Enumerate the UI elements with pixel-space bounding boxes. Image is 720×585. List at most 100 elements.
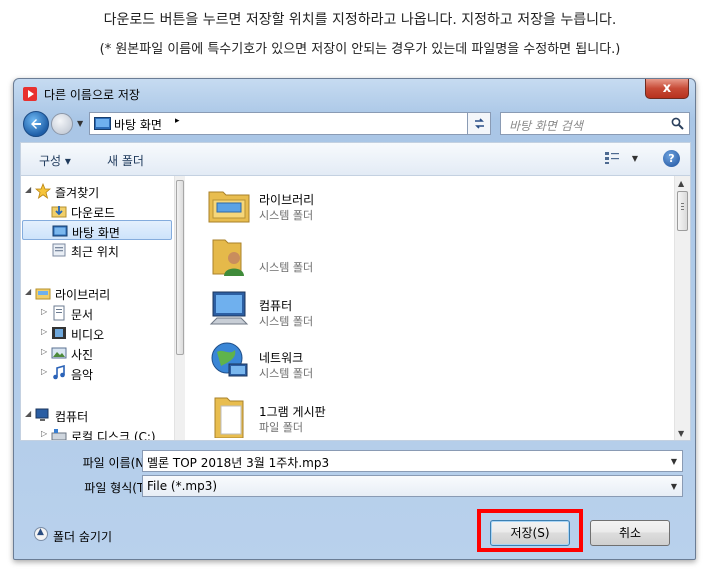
refresh-button[interactable] <box>467 112 491 135</box>
help-icon[interactable]: ? <box>663 150 680 167</box>
nav-item-libraries[interactable]: ◢ 라이브러리 <box>21 283 171 303</box>
address-bar[interactable]: 바탕 화면 ▸ ▼ <box>89 112 489 135</box>
nav-label: 로컬 디스크 (C:) <box>71 430 156 441</box>
user-folder-icon <box>212 239 244 276</box>
address-location[interactable]: 바탕 화면 <box>114 116 162 133</box>
nav-label: 문서 <box>71 308 94 322</box>
save-as-dialog: 다른 이름으로 저장 x ▼ 바탕 화면 ▸ ▼ 바탕 화면 검색 <box>13 78 696 560</box>
expand-icon[interactable]: ▷ <box>41 367 47 376</box>
file-item-computer[interactable]: 컴퓨터 시스템 폴더 <box>207 288 507 338</box>
nav-item-videos[interactable]: ▷ 비디오 <box>21 323 171 343</box>
pictures-icon <box>51 347 67 359</box>
nav-item-local-disk[interactable]: ▷ 로컬 디스크 (C:) <box>21 425 171 441</box>
nav-item-computer[interactable]: ◢ 컴퓨터 <box>21 405 171 425</box>
file-name: 컴퓨터 <box>259 299 293 313</box>
hide-folders-label: 폴더 숨기기 <box>53 530 113 544</box>
nav-pane-scrollbar[interactable] <box>174 176 185 440</box>
file-type: 시스템 폴더 <box>259 315 314 328</box>
view-dropdown-icon[interactable]: ▼ <box>632 154 638 163</box>
dialog-title: 다른 이름으로 저장 <box>44 88 140 102</box>
command-toolbar: 구성 ▾ 새 폴더 ▼ ? <box>20 142 691 175</box>
nav-item-music[interactable]: ▷ 음악 <box>21 363 171 383</box>
filetype-select[interactable]: File (*.mp3) ▼ <box>142 475 683 497</box>
documents-icon <box>53 305 65 321</box>
library-icon <box>35 288 51 300</box>
history-dropdown-icon[interactable]: ▼ <box>77 119 83 128</box>
file-type: 파일 폴더 <box>259 421 303 434</box>
nav-item-pictures[interactable]: ▷ 사진 <box>21 343 171 363</box>
navigation-bar: ▼ 바탕 화면 ▸ ▼ 바탕 화면 검색 <box>21 110 690 138</box>
nav-label: 바탕 화면 <box>72 226 120 240</box>
search-icon[interactable] <box>671 117 684 130</box>
app-icon <box>23 87 37 101</box>
chevron-up-icon: ▲ <box>34 527 48 541</box>
filetype-value[interactable]: File (*.mp3) <box>147 479 217 493</box>
nav-label: 비디오 <box>71 328 105 342</box>
nav-scroll-thumb[interactable] <box>176 180 184 355</box>
file-list: 라이브러리 시스템 폴더 시스템 폴더 컴퓨터 시스템 폴더 네트워크 시스템 … <box>187 176 677 440</box>
file-name: 1그램 게시판 <box>259 405 326 419</box>
file-item-library[interactable]: 라이브러리 시스템 폴더 <box>207 182 507 232</box>
nav-label: 사진 <box>71 348 94 362</box>
address-separator-icon[interactable]: ▸ <box>175 116 180 126</box>
expand-icon[interactable]: ▷ <box>41 327 47 336</box>
file-type: 시스템 폴더 <box>259 367 314 380</box>
back-arrow-icon <box>31 119 41 129</box>
file-list-scrollbar[interactable]: ▲ ▼ <box>674 176 690 440</box>
filename-value[interactable]: 멜론 TOP 2018년 3월 1주차.mp3 <box>147 454 329 471</box>
new-folder-button[interactable]: 새 폴더 <box>107 152 144 169</box>
filetype-dropdown-icon[interactable]: ▼ <box>671 482 677 491</box>
instruction-line-2: (* 원본파일 이름에 특수기호가 있으면 저장이 안되는 경우가 있는데 파일… <box>99 42 621 57</box>
expand-icon[interactable]: ▷ <box>41 307 47 316</box>
video-icon <box>52 327 66 339</box>
desktop-icon <box>52 225 68 237</box>
filename-row: 파일 이름(N): 멜론 TOP 2018년 3월 1주차.mp3 ▼ <box>14 450 695 472</box>
filetype-row: 파일 형식(T): File (*.mp3) ▼ <box>14 475 695 497</box>
navigation-pane: ◢ 즐겨찾기 다운로드 바탕 화면 최근 위치 ◢ 라이브러리 ▷ 문서 ▷ 비… <box>21 176 174 441</box>
view-options-icon[interactable] <box>604 151 620 165</box>
folder-icon <box>214 397 244 438</box>
music-icon <box>53 365 65 380</box>
close-icon: x <box>662 81 672 96</box>
file-item-network[interactable]: 네트워크 시스템 폴더 <box>207 340 507 390</box>
refresh-icon <box>475 118 484 129</box>
file-name: 라이브러리 <box>259 193 315 207</box>
filename-input[interactable]: 멜론 TOP 2018년 3월 1주차.mp3 ▼ <box>142 450 683 472</box>
forward-button[interactable] <box>51 113 73 135</box>
file-type: 시스템 폴더 <box>259 261 314 274</box>
nav-label: 라이브러리 <box>55 288 111 302</box>
filename-dropdown-icon[interactable]: ▼ <box>671 457 677 466</box>
computer-icon <box>209 291 249 325</box>
scroll-up-icon[interactable]: ▲ <box>678 179 684 188</box>
nav-item-documents[interactable]: ▷ 문서 <box>21 303 171 323</box>
expand-icon[interactable]: ▷ <box>41 429 47 438</box>
file-item-user[interactable]: 시스템 폴더 <box>207 234 507 284</box>
nav-label: 음악 <box>71 368 94 382</box>
file-item-folder[interactable]: 1그램 게시판 파일 폴더 <box>207 394 507 440</box>
cancel-button[interactable]: 취소 <box>590 520 670 546</box>
dialog-titlebar[interactable]: 다른 이름으로 저장 x <box>14 79 695 107</box>
star-icon <box>35 183 51 199</box>
nav-item-desktop[interactable]: 바탕 화면 <box>22 220 172 240</box>
nav-item-downloads[interactable]: 다운로드 <box>21 201 171 221</box>
search-box[interactable]: 바탕 화면 검색 <box>500 112 690 135</box>
back-button[interactable] <box>23 111 49 137</box>
library-icon <box>208 191 250 223</box>
nav-item-recent[interactable]: 최근 위치 <box>21 240 171 260</box>
organize-button[interactable]: 구성 ▾ <box>39 152 71 169</box>
nav-item-favorites[interactable]: ◢ 즐겨찾기 <box>21 181 171 201</box>
search-placeholder[interactable]: 바탕 화면 검색 <box>509 117 583 134</box>
collapse-icon[interactable]: ◢ <box>25 185 31 194</box>
network-icon <box>211 342 248 377</box>
scroll-down-icon[interactable]: ▼ <box>678 429 684 438</box>
expand-icon[interactable]: ▷ <box>41 347 47 356</box>
computer-icon <box>35 408 49 421</box>
file-scroll-thumb[interactable] <box>677 191 688 231</box>
collapse-icon[interactable]: ◢ <box>25 409 31 418</box>
close-button[interactable]: x <box>645 79 689 99</box>
instruction-line-1: 다운로드 버튼을 누르면 저장할 위치를 지정하라고 나옵니다. 지정하고 저장… <box>103 12 617 28</box>
downloads-folder-icon <box>51 206 67 218</box>
file-name: 네트워크 <box>259 351 304 365</box>
collapse-icon[interactable]: ◢ <box>25 287 31 296</box>
desktop-icon <box>94 117 111 130</box>
